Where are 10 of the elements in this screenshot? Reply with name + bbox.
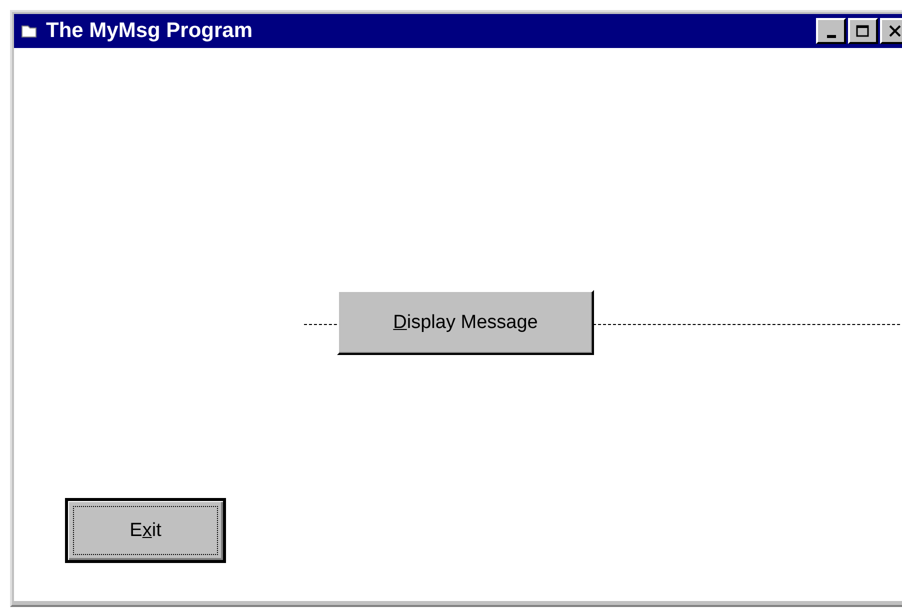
minimize-icon: [826, 34, 836, 38]
window-title: The MyMsg Program: [46, 19, 254, 43]
display-message-button[interactable]: Display Message: [337, 290, 594, 355]
maximize-icon: [856, 25, 870, 37]
app-icon: [20, 23, 38, 39]
close-icon: [889, 25, 901, 37]
minimize-button[interactable]: [816, 18, 846, 44]
maximize-button[interactable]: [848, 18, 878, 44]
close-button[interactable]: [880, 18, 902, 44]
exit-button[interactable]: Exit: [65, 498, 226, 563]
